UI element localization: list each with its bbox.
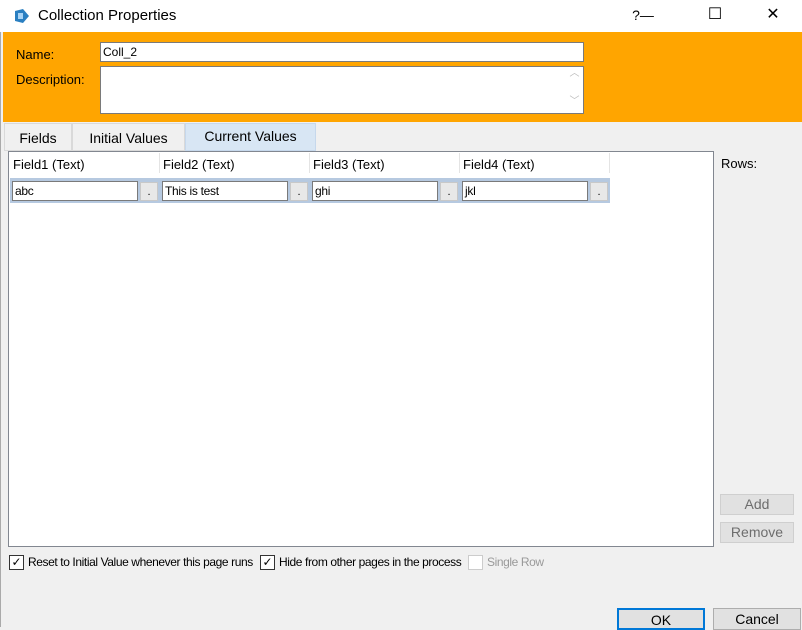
single-row-label[interactable]: Single Row [487,555,544,569]
column-header: Field4 (Text) [460,153,610,173]
column-header: Field1 (Text) [10,153,160,173]
description-label: Description: [16,72,85,87]
cell-input[interactable]: This is test [162,181,288,201]
help-button[interactable]: ?— [620,0,666,32]
header-panel: Name: Coll_2 Description: ︿ ﹀ [3,32,802,122]
reset-checkbox[interactable]: ✓ [9,555,24,570]
cell-edit-button[interactable]: . [440,182,458,201]
hide-checkbox[interactable]: ✓ [260,555,275,570]
cell-input[interactable]: abc [12,181,138,201]
column-header: Field2 (Text) [160,153,310,173]
close-button[interactable]: ✕ [750,0,796,32]
hide-label[interactable]: Hide from other pages in the process [279,555,462,569]
minimize-icon[interactable]: — [640,7,654,23]
description-scrollbar[interactable]: ︿ ﹀ [566,67,583,113]
values-grid: Field1 (Text) Field2 (Text) Field3 (Text… [8,151,714,547]
name-input[interactable]: Coll_2 [100,42,584,62]
cell-input[interactable]: ghi [312,181,438,201]
table-row: abc. This is test. ghi. jkl. [10,178,610,203]
window-title: Collection Properties [38,7,177,24]
rows-label: Rows: [721,156,758,171]
title-bar: Collection Properties ?— ☐ ✕ [0,0,802,32]
app-icon [15,9,29,23]
name-label: Name: [16,47,55,62]
add-button[interactable]: Add [720,494,794,515]
column-header: Field3 (Text) [310,153,460,173]
tab-fields[interactable]: Fields [4,123,72,151]
single-row-checkbox[interactable] [468,555,483,570]
tab-initial-values[interactable]: Initial Values [72,123,185,151]
reset-label[interactable]: Reset to Initial Value whenever this pag… [28,555,253,569]
cell-edit-button[interactable]: . [140,182,158,201]
cell-edit-button[interactable]: . [590,182,608,201]
remove-button[interactable]: Remove [720,522,794,543]
tab-current-values[interactable]: Current Values [185,123,316,151]
cell-input[interactable]: jkl [462,181,588,201]
cell-edit-button[interactable]: . [290,182,308,201]
description-input[interactable] [100,66,584,114]
maximize-button[interactable]: ☐ [692,0,738,32]
